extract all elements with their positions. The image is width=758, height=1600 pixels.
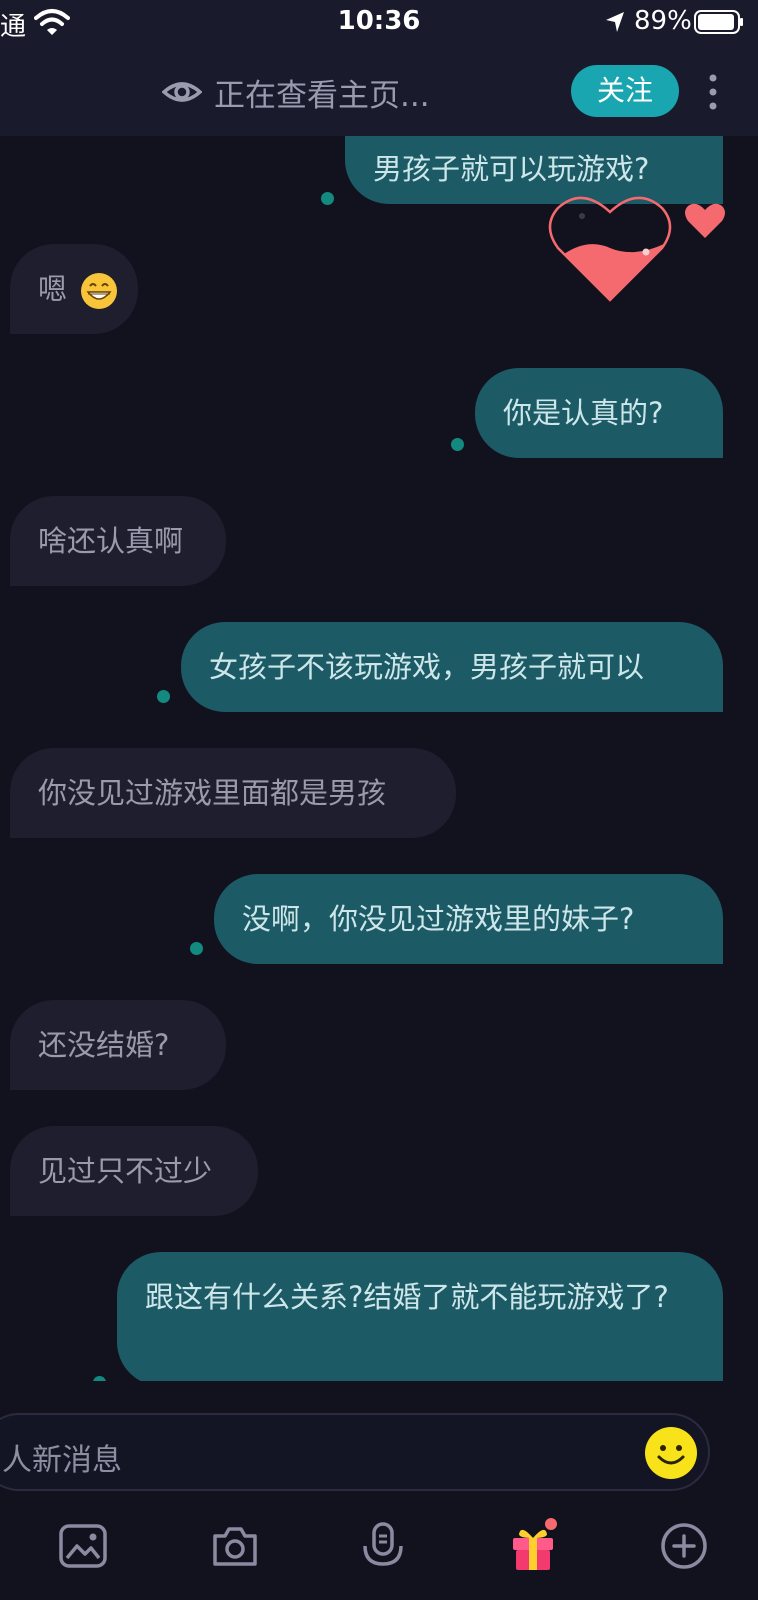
grinning-face-emoji-icon <box>81 273 118 309</box>
message-text: 男孩子就可以玩游戏? <box>373 152 650 186</box>
message-dot <box>190 942 203 955</box>
message-bubble-outgoing[interactable]: 没啊，你没见过游戏里的妹子? <box>214 874 723 964</box>
message-dot <box>93 1376 106 1381</box>
message-text: 见过只不过少 <box>38 1154 213 1188</box>
chat-screen: 通 10:36 89% 正在查看主页... 关注 男孩子就可以玩游戏? 嗯 你是… <box>0 0 758 1600</box>
message-bubble-incoming[interactable]: 见过只不过少 <box>10 1126 258 1216</box>
message-bubble-outgoing[interactable]: 跟这有什么关系?结婚了就不能玩游戏了? <box>117 1252 723 1381</box>
smiley-emoji-icon[interactable] <box>644 1426 698 1480</box>
message-bubble-incoming[interactable]: 嗯 <box>10 244 138 334</box>
microphone-icon[interactable] <box>355 1518 411 1574</box>
camera-icon[interactable] <box>207 1518 263 1574</box>
message-input[interactable]: 人新消息 <box>0 1413 710 1491</box>
bottom-toolbar <box>0 1498 758 1600</box>
plus-icon[interactable] <box>656 1518 712 1574</box>
message-dot <box>321 192 334 205</box>
message-bubble-incoming[interactable]: 啥还认真啊 <box>10 496 226 586</box>
message-text: 还没结婚? <box>38 1028 170 1062</box>
message-bubble-outgoing[interactable]: 你是认真的? <box>475 368 723 458</box>
chat-header: 正在查看主页... 关注 <box>0 48 758 136</box>
battery-percent: 89% <box>634 6 692 36</box>
battery-icon <box>694 10 743 34</box>
location-arrow-icon <box>606 12 624 32</box>
status-bar: 通 10:36 89% <box>0 0 758 48</box>
heart-icon <box>548 196 672 302</box>
message-list[interactable]: 男孩子就可以玩游戏? 嗯 你是认真的? 啥还认真啊 女孩子不该玩游戏，男孩子就可… <box>0 136 758 1381</box>
message-text: 没啊，你没见过游戏里的妹子? <box>242 902 635 936</box>
message-text: 你是认真的? <box>503 396 664 430</box>
heart-icon <box>685 203 725 238</box>
gift-icon[interactable] <box>505 1518 561 1574</box>
message-text: 跟这有什么关系?结婚了就不能玩游戏了? <box>145 1280 669 1314</box>
viewing-profile-status: 正在查看主页... <box>214 78 430 114</box>
message-dot <box>451 438 464 451</box>
message-dot <box>157 690 170 703</box>
message-text: 女孩子不该玩游戏，男孩子就可以 <box>209 650 645 684</box>
message-text: 你没见过游戏里面都是男孩 <box>38 776 387 810</box>
message-input-placeholder: 人新消息 <box>2 1443 122 1478</box>
message-text: 嗯 <box>38 272 68 306</box>
image-icon[interactable] <box>55 1518 111 1574</box>
eye-icon <box>162 82 202 102</box>
message-text: 啥还认真啊 <box>38 524 184 558</box>
follow-button[interactable]: 关注 <box>571 65 679 117</box>
message-bubble-incoming[interactable]: 还没结婚? <box>10 1000 226 1090</box>
more-options-icon[interactable] <box>706 72 720 112</box>
message-bubble-incoming[interactable]: 你没见过游戏里面都是男孩 <box>10 748 456 838</box>
message-bubble-outgoing[interactable]: 女孩子不该玩游戏，男孩子就可以 <box>181 622 723 712</box>
